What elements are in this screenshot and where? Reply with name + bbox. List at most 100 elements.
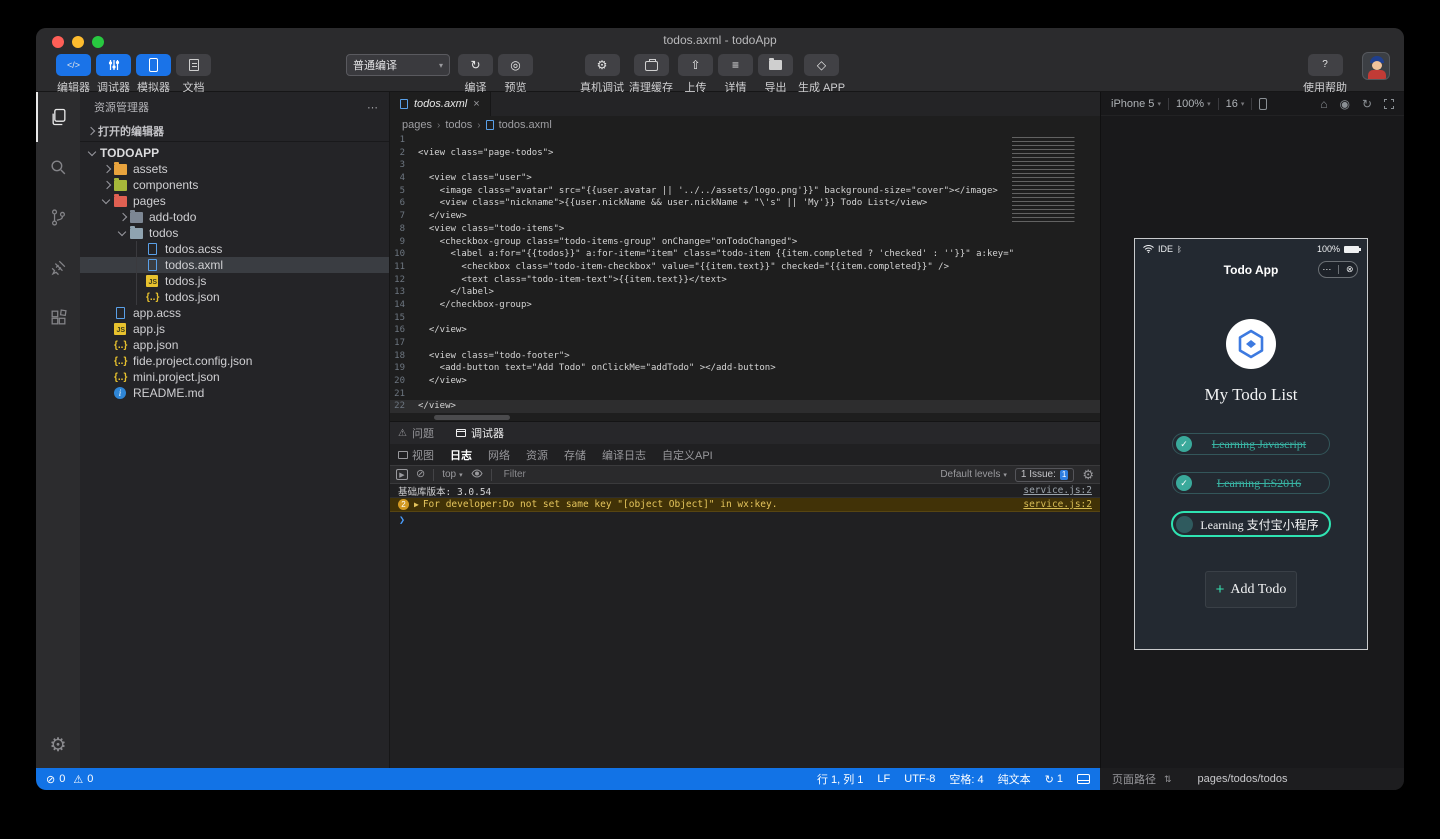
capsule-menu[interactable]: ⋯ ⊗	[1318, 261, 1358, 278]
sync-indicator[interactable]: ↻ 1	[1045, 773, 1063, 786]
checkbox-checked-icon[interactable]: ✓	[1176, 475, 1192, 491]
problems-counter[interactable]: ⊘ 0 ⚠ 0	[46, 773, 93, 786]
editor-mode-button[interactable]: </> 编辑器	[56, 54, 91, 95]
tree-file-app-js[interactable]: JS app.js	[80, 321, 389, 337]
compile-mode-select[interactable]: 普通编译 ▾	[346, 54, 450, 76]
remote-debug-button[interactable]: ⚙ 真机调试	[580, 54, 624, 95]
compile-button[interactable]: ↻ 编译	[458, 54, 493, 95]
more-icon[interactable]: ⋯	[1322, 264, 1331, 275]
cache-box-icon	[644, 59, 658, 71]
page-path-value[interactable]: pages/todos/todos	[1198, 773, 1288, 785]
tree-file-app-acss[interactable]: app.acss	[80, 305, 389, 321]
tree-file-fide-project-config[interactable]: {..} fide.project.config.json	[80, 353, 389, 369]
close-miniapp-icon[interactable]: ⊗	[1346, 264, 1354, 275]
tree-folder-components[interactable]: components	[80, 177, 389, 193]
minimap[interactable]	[1012, 137, 1088, 225]
tree-folder-assets[interactable]: assets	[80, 161, 389, 177]
tree-root-todoapp[interactable]: TODOAPP	[80, 145, 389, 161]
fontsize-select[interactable]: 16 ▾	[1226, 98, 1245, 110]
clear-cache-button[interactable]: 清理缓存	[629, 54, 673, 95]
console-prompt[interactable]: ❯	[390, 512, 1100, 526]
upload-button[interactable]: ⇧ 上传	[678, 54, 713, 95]
device-select[interactable]: iPhone 5 ▾	[1111, 98, 1161, 110]
tree-file-todos-json[interactable]: {..} todos.json	[80, 289, 389, 305]
home-icon[interactable]: ⌂	[1320, 97, 1327, 111]
close-tab-icon[interactable]: ×	[473, 98, 479, 110]
tree-folder-todos[interactable]: todos	[80, 225, 389, 241]
eye-icon[interactable]	[471, 468, 483, 481]
tab-log[interactable]: 日志	[450, 447, 472, 463]
editor-area: todos.axml × pages › todos › todos.axml …	[390, 92, 1100, 768]
todo-item-active[interactable]: Learning 支付宝小程序	[1171, 511, 1331, 537]
chevron-right-icon: ›	[436, 119, 441, 131]
editor-tab-bar: todos.axml ×	[390, 92, 1100, 116]
settings-gear-icon[interactable]: ⚙	[36, 728, 80, 762]
extensions-activity-icon[interactable]	[36, 292, 80, 342]
todo-item-completed[interactable]: ✓ Learning Javascript	[1172, 433, 1330, 455]
expand-arrow-icon[interactable]: ▶	[414, 500, 419, 509]
tab-view[interactable]: 视图	[398, 447, 434, 463]
tree-folder-pages[interactable]: pages	[80, 193, 389, 209]
eol-indicator[interactable]: LF	[877, 773, 890, 785]
generate-app-button[interactable]: ◇ 生成 APP	[798, 54, 845, 95]
tree-file-todos-js[interactable]: JS todos.js	[80, 273, 389, 289]
tree-file-todos-axml[interactable]: todos.axml	[80, 257, 389, 273]
clear-console-icon[interactable]: ⊘	[416, 469, 425, 480]
device-frame-icon[interactable]	[1259, 97, 1268, 110]
checkbox-checked-icon[interactable]: ✓	[1176, 436, 1192, 452]
tab-todos-axml[interactable]: todos.axml ×	[390, 92, 491, 116]
tree-file-app-json[interactable]: {..} app.json	[80, 337, 389, 353]
debugger-tab[interactable]: 调试器	[455, 425, 504, 441]
add-todo-button[interactable]: + Add Todo	[1205, 571, 1297, 608]
tab-custom-api[interactable]: 自定义API	[662, 447, 713, 463]
problems-tab[interactable]: ⚠ 问题	[398, 425, 434, 441]
tree-file-mini-project-json[interactable]: {..} mini.project.json	[80, 369, 389, 385]
location-pin-icon[interactable]: ◉	[1339, 97, 1349, 111]
horizontal-scrollbar[interactable]	[390, 414, 1100, 421]
indent-indicator[interactable]: 空格: 4	[949, 771, 983, 787]
source-link[interactable]: service.js:2	[1023, 485, 1092, 496]
tree-file-todos-acss[interactable]: todos.acss	[80, 241, 389, 257]
window-title: todos.axml - todoApp	[663, 33, 777, 47]
docs-button[interactable]: 文档	[176, 54, 211, 95]
help-button[interactable]: ? 使用帮助	[1303, 54, 1347, 95]
preview-button[interactable]: ◎ 预览	[498, 54, 533, 95]
tree-file-readme[interactable]: i README.md	[80, 385, 389, 401]
more-actions-icon[interactable]: ⋯	[367, 101, 379, 114]
panel-layout-icon[interactable]	[1077, 774, 1090, 784]
simulator-toolbar: iPhone 5 ▾ 100% ▾ 16 ▾ ⌂ ◉ ↻	[1101, 92, 1404, 116]
plugin-activity-icon[interactable]	[36, 242, 80, 292]
encoding-indicator[interactable]: UTF-8	[904, 773, 935, 785]
debugger-mode-button[interactable]: 调试器	[96, 54, 131, 95]
search-activity-icon[interactable]	[36, 142, 80, 192]
rotate-device-icon[interactable]: ↻	[1362, 97, 1372, 111]
tab-resources[interactable]: 资源	[526, 447, 548, 463]
user-avatar[interactable]	[1362, 52, 1390, 80]
swap-icon[interactable]: ⇅	[1164, 774, 1172, 785]
issues-counter[interactable]: 1 Issue: 1	[1014, 467, 1075, 482]
tab-compile-log[interactable]: 编译日志	[602, 447, 646, 463]
todo-item-completed[interactable]: ✓ Learning ES2016	[1172, 472, 1330, 494]
language-mode[interactable]: 纯文本	[998, 771, 1031, 787]
code-editor[interactable]: 1 2 <view class="page-todos"> 3 4 <view c…	[390, 134, 1100, 414]
explorer-activity-icon[interactable]	[36, 92, 80, 142]
checkbox-unchecked-icon[interactable]	[1176, 515, 1193, 533]
cursor-position[interactable]: 行 1, 列 1	[817, 771, 863, 787]
log-row-warning[interactable]: 2 ▶ For developer:Do not set same key "[…	[390, 498, 1100, 512]
simulator-mode-button[interactable]: 模拟器	[136, 54, 171, 95]
tab-network[interactable]: 网络	[488, 447, 510, 463]
tab-storage[interactable]: 存储	[564, 447, 586, 463]
filter-input[interactable]: Filter	[500, 468, 933, 481]
console-settings-gear-icon[interactable]: ⚙	[1082, 468, 1094, 481]
console-sidebar-icon[interactable]: ▶	[396, 469, 408, 480]
zoom-select[interactable]: 100% ▾	[1176, 98, 1211, 110]
source-control-activity-icon[interactable]	[36, 192, 80, 242]
source-link[interactable]: service.js:2	[1023, 499, 1092, 510]
scan-frame-icon[interactable]	[1384, 98, 1394, 109]
context-selector[interactable]: top ▾	[442, 469, 462, 480]
export-button[interactable]: 导出	[758, 54, 793, 95]
details-button[interactable]: ≡ 详情	[718, 54, 753, 95]
default-levels-select[interactable]: Default levels ▾	[940, 469, 1007, 480]
open-editors-section[interactable]: 打开的编辑器	[80, 120, 389, 142]
tree-folder-add-todo[interactable]: add-todo	[80, 209, 389, 225]
